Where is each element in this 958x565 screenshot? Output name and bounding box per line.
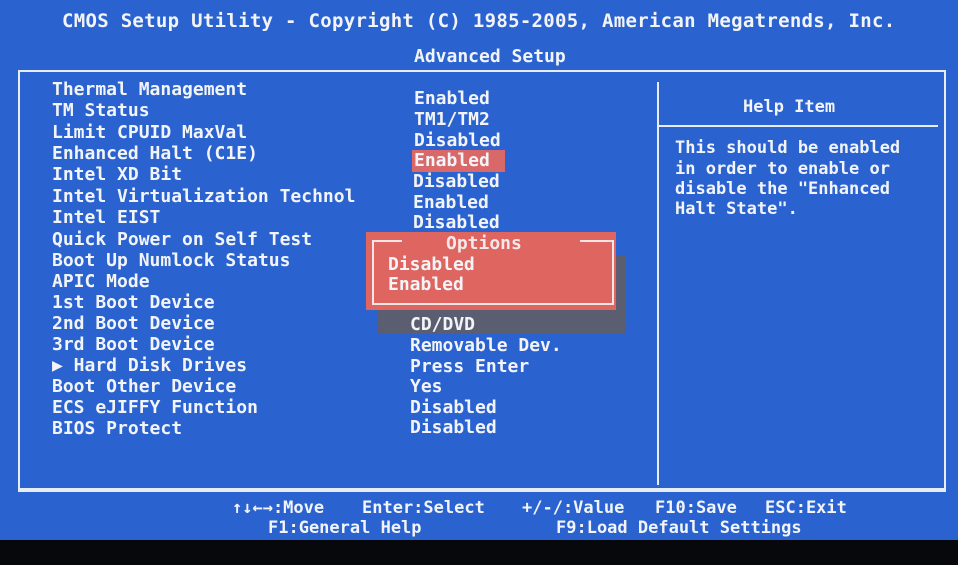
setting-label[interactable]: Limit CPUID MaxVal [52,122,247,143]
bios-screen: CMOS Setup Utility - Copyright (C) 1985-… [0,0,958,565]
move-hint: ↑↓←→:Move [232,498,325,518]
help-divider [659,125,938,127]
setting-label[interactable]: 2nd Boot Device [52,313,215,334]
popup-option-disabled[interactable]: Disabled [388,254,475,275]
key-legend: ↑↓←→:Move Enter:Select +/-/:Value F10:Sa… [0,492,958,540]
popup-border-top-left [372,240,402,242]
popup-title: Options [446,233,522,254]
setting-label: TM Status [52,100,150,121]
setting-value[interactable]: Enabled [413,192,489,213]
help-title: Help Item [743,97,836,117]
setting-label[interactable]: Quick Power on Self Test [52,229,312,250]
setting-label[interactable]: BIOS Protect [52,418,182,439]
save-hint: F10:Save [655,498,737,518]
setting-label[interactable]: 3rd Boot Device [52,334,215,355]
setting-label[interactable]: ECS eJIFFY Function [52,397,258,418]
setting-label[interactable]: Boot Other Device [52,376,236,397]
page-title: Advanced Setup [414,46,566,67]
setting-value: TM1/TM2 [414,109,490,130]
select-hint: Enter:Select [362,498,485,518]
setting-label[interactable]: ▶ Hard Disk Drives [52,355,247,376]
setting-label[interactable]: Intel Virtualization Technol [52,186,355,207]
panel-divider [657,82,659,485]
utility-title: CMOS Setup Utility - Copyright (C) 1985-… [62,10,896,32]
load-defaults-hint: F9:Load Default Settings [556,518,802,538]
setting-value[interactable]: Press Enter [410,356,529,377]
setting-value[interactable]: Removable Dev. [410,335,562,356]
setting-label[interactable]: 1st Boot Device [52,292,215,313]
setting-label[interactable]: Enhanced Halt (C1E) [52,143,258,164]
popup-border-top-right [580,240,612,242]
setting-label[interactable]: APIC Mode [52,271,150,292]
setting-value-selected[interactable]: Enabled [414,150,490,171]
popup-option-enabled[interactable]: Enabled [388,274,464,295]
setting-value[interactable]: Disabled [410,397,497,418]
setting-value[interactable]: Yes [410,376,443,397]
setting-value[interactable]: CD/DVD [410,314,475,335]
setting-value[interactable]: Disabled [413,212,500,233]
setting-label[interactable]: Intel XD Bit [52,164,182,185]
setting-label[interactable]: Thermal Management [52,79,247,100]
help-text-line: This should be enabled [675,138,901,158]
general-help-hint: F1:General Help [268,518,422,538]
help-text-line: Halt State". [675,199,798,219]
setting-value[interactable]: Disabled [413,171,500,192]
value-hint: +/-/:Value [522,498,625,518]
setting-label[interactable]: Intel EIST [52,207,160,228]
setting-value[interactable]: Enabled [414,88,490,109]
setting-value[interactable]: Disabled [414,130,501,151]
help-text-line: disable the "Enhanced [675,179,890,199]
exit-hint: ESC:Exit [765,498,847,518]
setting-label[interactable]: Boot Up Numlock Status [52,250,290,271]
footer-divider [18,488,946,491]
setting-value[interactable]: Disabled [410,417,497,438]
help-text-line: in order to enable or [675,159,890,179]
monitor-bezel [0,540,958,565]
